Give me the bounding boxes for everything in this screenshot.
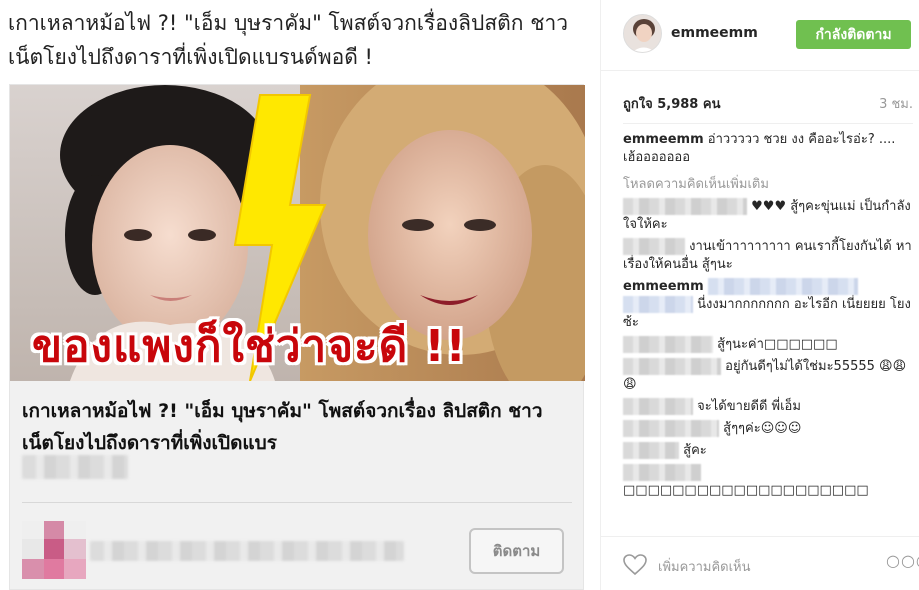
news-article-panel: เกาเหลาหม้อไฟ ?! "เอ็ม บุษราคัม" โพสต์จว… — [0, 0, 600, 590]
comment-username[interactable]: emmeemm — [623, 132, 704, 147]
follow-page-button[interactable]: ติดตาม — [469, 528, 564, 574]
article-card-title[interactable]: เกาเหลาหม้อไฟ ?! "เอ็ม บุษราคัม" โพสต์จว… — [22, 395, 572, 459]
following-button[interactable]: กำลังติดตาม — [796, 20, 911, 49]
comment-text: สู้ๆๆค่ะ☺☺☺ — [723, 421, 802, 436]
redacted-page-name — [90, 541, 404, 561]
redacted-avatar — [22, 521, 86, 579]
redacted-mention[interactable] — [623, 296, 693, 313]
redacted-username[interactable] — [623, 398, 693, 415]
article-headline: เกาเหลาหม้อไฟ ?! "เอ็ม บุษราคัม" โพสต์จว… — [8, 11, 569, 69]
comment-text: สู้ๆนะค่า□□□□□□ — [717, 337, 838, 352]
divider — [22, 502, 572, 503]
list-item: emmeemm นี่งงมากกกกกกก อะไรอีก เนี่ยยยย … — [623, 278, 913, 332]
list-item: จะได้ขายดีดี พี่เอ็ม — [623, 398, 913, 416]
comment-footer: เพิ่มความคิดเห็น ○○○ — [601, 536, 919, 590]
thumbnail-banner-text: ของแพงก็ใช่ว่าจะดี !! — [32, 321, 467, 372]
load-more-comments-link[interactable]: โหลดความคิดเห็นเพิ่มเติม — [623, 176, 913, 194]
list-item: อยู่กันดีๆไม่ได้ใช่มะ55555 😩😩😩 — [623, 358, 913, 394]
list-item: สู้ๆนะค่า□□□□□□ — [623, 336, 913, 354]
redacted-text — [22, 455, 128, 479]
post-header: emmeemm กำลังติดตาม — [601, 0, 919, 71]
list-item: □□□□□□□□□□□□□□□□□□□□ — [623, 464, 913, 500]
post-time[interactable]: 3 ชม. — [879, 93, 913, 114]
redacted-username[interactable] — [623, 442, 679, 459]
article-card[interactable]: ของแพงก็ใช่ว่าจะดี !! เกาเหลาหม้อไฟ ?! "… — [9, 84, 585, 590]
more-options-icon[interactable]: ○○○ — [886, 551, 919, 570]
redacted-username[interactable] — [623, 464, 701, 481]
redacted-username[interactable] — [623, 198, 747, 215]
redacted-mention[interactable] — [707, 278, 858, 295]
comment-text: จะได้ขายดีดี พี่เอ็ม — [697, 399, 801, 414]
redacted-username[interactable] — [623, 420, 719, 437]
list-item: สู้คะ — [623, 442, 913, 460]
redacted-username[interactable] — [623, 238, 685, 255]
list-item: ♥♥♥ สู้ๆคะขุ่นแม่ เป็นกำลังใจให้คะ — [623, 198, 913, 234]
instagram-panel: emmeemm กำลังติดตาม ถูกใจ 5,988 คน 3 ชม.… — [600, 0, 919, 590]
like-count[interactable]: ถูกใจ 5,988 คน — [623, 93, 720, 114]
list-item: งานเข้าาาาาาาาา คนเรากี้โยงกันได้ หาเรื่… — [623, 238, 913, 274]
article-thumbnail: ของแพงก็ใช่ว่าจะดี !! — [10, 85, 585, 381]
likes-row: ถูกใจ 5,988 คน 3 ชม. — [623, 93, 913, 113]
add-comment-input[interactable]: เพิ่มความคิดเห็น — [658, 556, 751, 577]
avatar[interactable] — [623, 14, 662, 53]
username[interactable]: emmeemm — [671, 25, 758, 41]
caption: emmeemm อ่าววววว ชวย งง คืออะไรอ่ะ? ....… — [623, 131, 913, 167]
avatar-image — [624, 15, 661, 52]
heart-icon[interactable] — [623, 554, 647, 576]
redacted-username[interactable] — [623, 336, 713, 353]
comment-text: □□□□□□□□□□□□□□□□□□□□ — [623, 483, 869, 498]
comments-list: emmeemm อ่าววววว ชวย งง คืออะไรอ่ะ? ....… — [623, 131, 913, 504]
divider — [623, 123, 913, 124]
redacted-username[interactable] — [623, 358, 721, 375]
comment-username[interactable]: emmeemm — [623, 279, 704, 294]
list-item: สู้ๆๆค่ะ☺☺☺ — [623, 420, 913, 438]
comment-text: สู้คะ — [683, 443, 707, 458]
